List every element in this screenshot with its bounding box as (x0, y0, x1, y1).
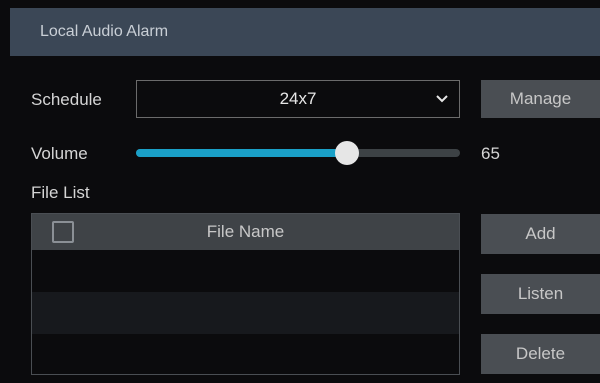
file-list-label: File List (31, 183, 90, 202)
volume-label: Volume (31, 144, 88, 163)
file-list-header: File Name (32, 214, 459, 250)
select-all-checkbox[interactable] (52, 221, 74, 243)
table-row[interactable] (32, 250, 459, 292)
table-row[interactable] (32, 292, 459, 334)
listen-button[interactable]: Listen (481, 274, 600, 314)
dialog-title: Local Audio Alarm (40, 23, 169, 40)
volume-slider-fill (136, 149, 347, 157)
file-name-column-header: File Name (206, 222, 285, 241)
volume-slider-handle[interactable] (335, 141, 359, 165)
add-button[interactable]: Add (481, 214, 600, 254)
manage-button[interactable]: Manage (481, 80, 600, 118)
table-row[interactable] (32, 334, 459, 374)
chevron-down-icon (436, 95, 448, 103)
schedule-select[interactable]: 24x7 (136, 80, 460, 118)
schedule-selected-value: 24x7 (279, 89, 317, 108)
top-strip (0, 0, 600, 8)
file-list-table: File Name (31, 213, 460, 375)
delete-button[interactable]: Delete (481, 334, 600, 374)
schedule-label: Schedule (31, 90, 102, 109)
dialog-title-bar: Local Audio Alarm (10, 8, 600, 56)
volume-value: 65 (481, 144, 500, 163)
